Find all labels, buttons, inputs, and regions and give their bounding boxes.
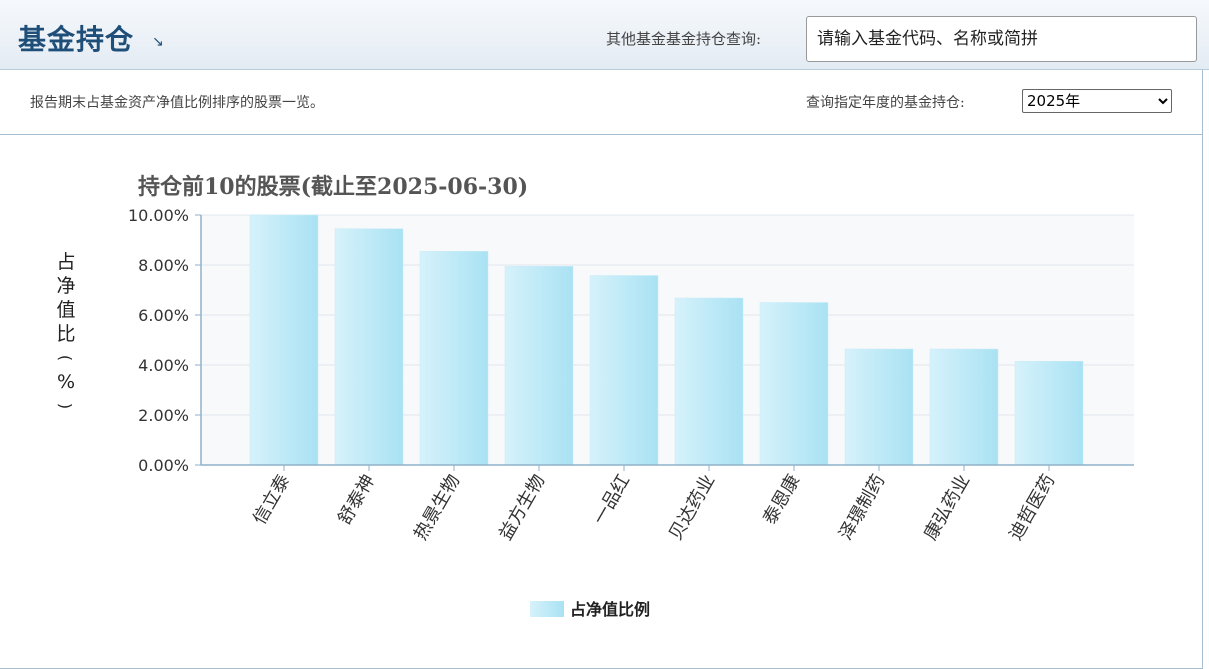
- y-tick-label: 2.00%: [138, 406, 189, 425]
- y-tick-label: 0.00%: [138, 456, 189, 475]
- y-axis-label: 占净值比 (%): [56, 251, 76, 409]
- bar-6[interactable]: [674, 297, 744, 466]
- bar-4[interactable]: [504, 266, 574, 466]
- holdings-bar-chart: 0.00% 2.00% 4.00% 6.00% 8.00% 10.00% 信立泰 舒泰神 热景生…: [56, 174, 1134, 619]
- y-tick-label: 6.00%: [138, 306, 189, 325]
- y-tick-label: 8.00%: [138, 256, 189, 275]
- bar-1[interactable]: [249, 214, 319, 466]
- legend-swatch: [530, 601, 564, 617]
- y-axis-label-char: ): [56, 403, 75, 409]
- x-tick-label: 一品红: [589, 471, 634, 528]
- y-tick-label: 4.00%: [138, 356, 189, 375]
- y-axis-label-char: (: [56, 355, 75, 361]
- y-axis-label-char: %: [57, 371, 75, 393]
- y-axis-label-char: 比: [56, 323, 75, 345]
- y-tick-label: 10.00%: [128, 206, 189, 225]
- bar-5[interactable]: [589, 275, 659, 466]
- x-tick-label: 贝达药业: [665, 471, 719, 544]
- x-tick-label: 益方生物: [495, 471, 549, 544]
- bar-9[interactable]: [929, 348, 999, 466]
- x-tick-label: 热景生物: [410, 471, 464, 544]
- chart-title: 持仓前10的股票(截止至2025-06-30): [138, 174, 528, 200]
- bar-3[interactable]: [419, 251, 489, 466]
- y-axis-label-char: 净: [56, 275, 75, 297]
- bar-8[interactable]: [844, 348, 914, 466]
- legend-label: 占净值比例: [570, 600, 650, 619]
- bar-10[interactable]: [1014, 361, 1084, 466]
- x-tick-label: 泽璟制药: [835, 471, 889, 544]
- x-tick-label: 舒泰神: [334, 471, 379, 528]
- x-tick-label: 康弘药业: [920, 471, 974, 544]
- y-axis-label-char: 占: [56, 251, 75, 273]
- x-tick-label: 迪哲医药: [1005, 471, 1059, 544]
- x-tick-label: 信立泰: [249, 471, 294, 528]
- bar-7[interactable]: [759, 302, 829, 466]
- y-axis-label-char: 值: [56, 299, 75, 321]
- chart-legend: 占净值比例: [530, 600, 650, 619]
- bar-2[interactable]: [334, 228, 404, 466]
- x-tick-label: 泰恩康: [759, 471, 804, 528]
